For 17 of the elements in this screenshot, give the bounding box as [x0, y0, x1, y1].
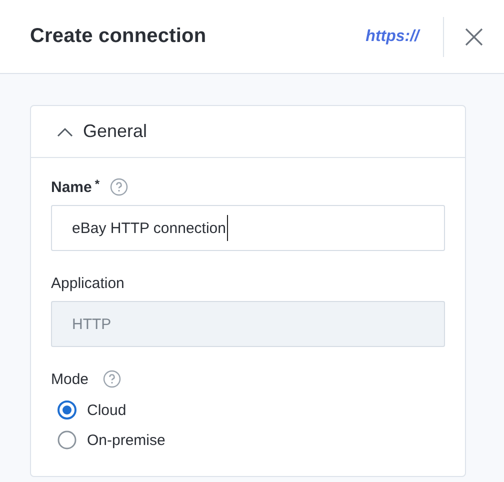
field-label: Name: [51, 178, 92, 196]
required-mark: *: [94, 177, 100, 191]
section-title: General: [83, 121, 148, 142]
close-icon: [465, 28, 483, 46]
help-icon[interactable]: [110, 178, 128, 196]
field-label: Application: [51, 274, 124, 292]
radio-button[interactable]: [57, 400, 77, 420]
radio-label[interactable]: On-premise: [87, 432, 166, 448]
dialog-title: Create connection: [30, 25, 208, 48]
help-icon[interactable]: [102, 370, 121, 388]
protocol-label: https://: [366, 28, 419, 46]
chevron-icon: [57, 126, 73, 136]
input-field[interactable]: eBay HTTP connection: [51, 205, 445, 251]
radio-button[interactable]: [57, 430, 77, 450]
section-header[interactable]: General: [31, 106, 465, 158]
radio-label[interactable]: Cloud: [87, 402, 126, 418]
field-label: Mode: [51, 370, 89, 388]
